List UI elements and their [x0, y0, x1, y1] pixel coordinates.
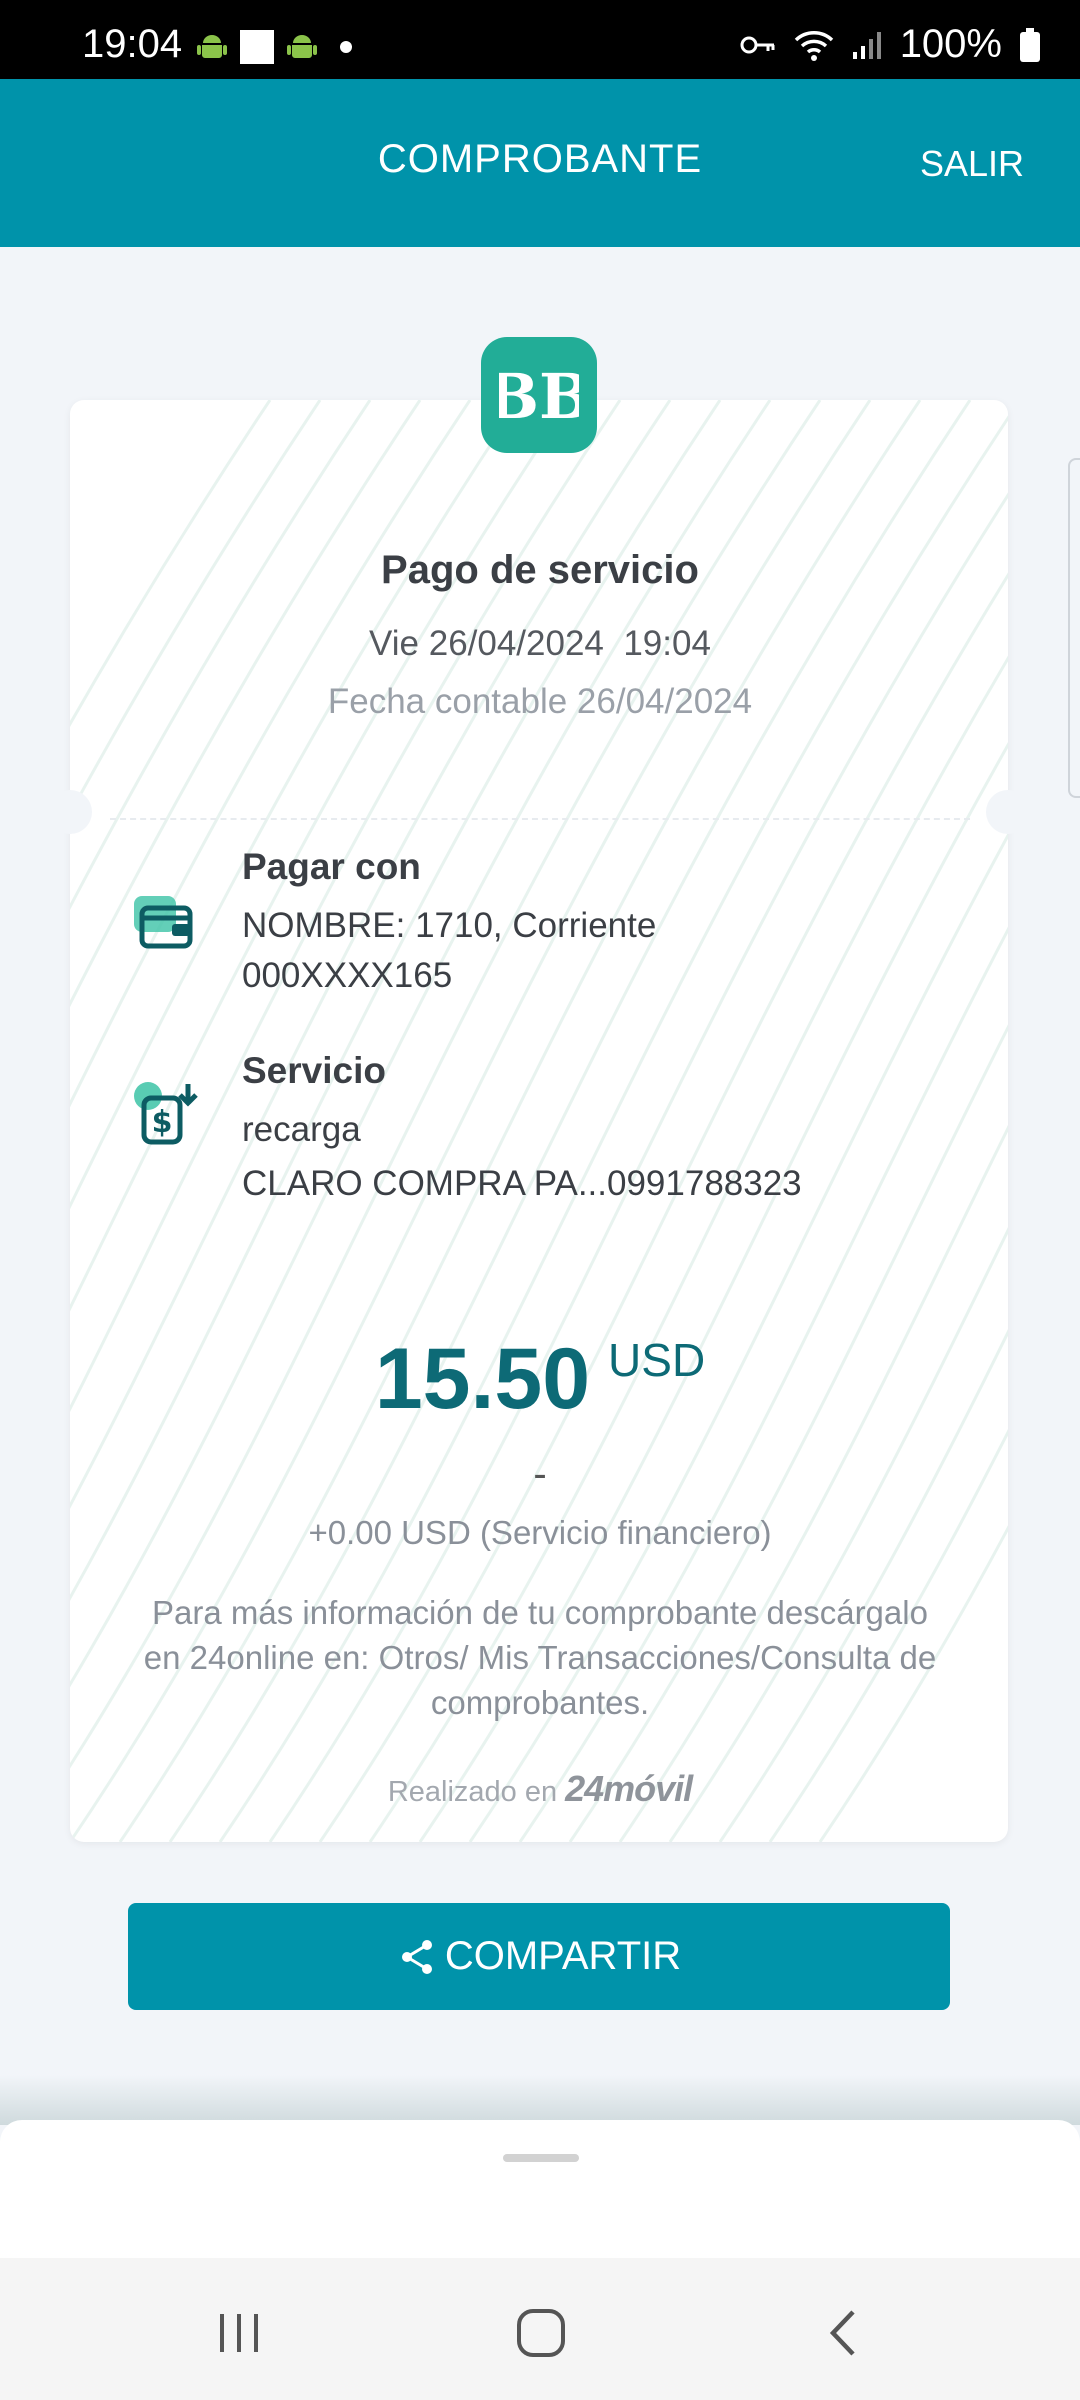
- wifi-icon: [794, 30, 833, 61]
- info-text: Para más información de tu comprobante d…: [143, 1594, 937, 1721]
- transaction-datetime: Vie 26/04/2024 19:04: [369, 624, 711, 663]
- battery-icon: [1020, 27, 1040, 62]
- share-button-label: COMPARTIR: [444, 1934, 682, 1978]
- receipt-notch-right: [986, 790, 1030, 834]
- home-icon[interactable]: [506, 2298, 576, 2368]
- financial-fee: +0.00 USD (Servicio financiero): [308, 1514, 772, 1551]
- service-type: recarga: [242, 1110, 361, 1149]
- back-icon[interactable]: [808, 2298, 878, 2368]
- amount-separator: -: [533, 1452, 547, 1496]
- svg-text:BB: BB: [499, 360, 579, 430]
- android-icon: [197, 35, 227, 58]
- realized-in: Realizado en 24móvil: [0, 1768, 1080, 1810]
- app-header: COMPROBANTE SALIR: [0, 79, 1080, 247]
- status-time: 19:04: [82, 22, 183, 66]
- battery-percent: 100%: [899, 22, 1002, 66]
- accounting-date: Fecha contable 26/04/2024: [327, 682, 753, 721]
- receipt-title: Pago de servicio: [381, 548, 699, 592]
- dot-icon: [340, 41, 352, 53]
- exit-button[interactable]: SALIR: [920, 143, 1024, 185]
- amount-currency: USD: [608, 1334, 706, 1386]
- pay-with-label: Pagar con: [242, 846, 421, 887]
- receipt-notch-left: [48, 790, 92, 834]
- system-nav-bar: [0, 2258, 1080, 2400]
- sheet-drag-handle[interactable]: [503, 2154, 579, 2162]
- amount-value: 15.50: [374, 1331, 591, 1427]
- dollar-download-icon: $: [134, 1082, 198, 1145]
- service-detail: CLARO COMPRA PA...0991788323: [242, 1164, 802, 1203]
- square-icon: [240, 30, 274, 64]
- app-brand-logo: 24móvil: [565, 1768, 693, 1809]
- wallet-icon: [134, 896, 193, 949]
- share-icon: [401, 1939, 432, 1974]
- share-button[interactable]: COMPARTIR: [128, 1903, 950, 2010]
- pay-with-number: 000XXXX165: [242, 956, 453, 995]
- receipt-divider: [110, 818, 970, 820]
- realized-label: Realizado en: [387, 1776, 558, 1808]
- key-icon: [740, 36, 775, 53]
- status-bar: 19:04 100%: [0, 0, 1080, 79]
- bottom-sheet[interactable]: [0, 2120, 1080, 2260]
- service-label: Servicio: [242, 1050, 386, 1091]
- recents-icon[interactable]: [204, 2298, 274, 2368]
- signal-icon: [852, 31, 881, 59]
- amount-display: 15.50 USD: [0, 1330, 1080, 1429]
- android-icon: [287, 35, 317, 58]
- page-title: COMPROBANTE: [377, 137, 703, 181]
- bank-logo: BB: [481, 337, 597, 453]
- svg-text:$: $: [152, 1105, 173, 1140]
- pay-with-account: NOMBRE: 1710, Corriente: [242, 906, 657, 945]
- bb-logo-icon: BB: [499, 360, 579, 430]
